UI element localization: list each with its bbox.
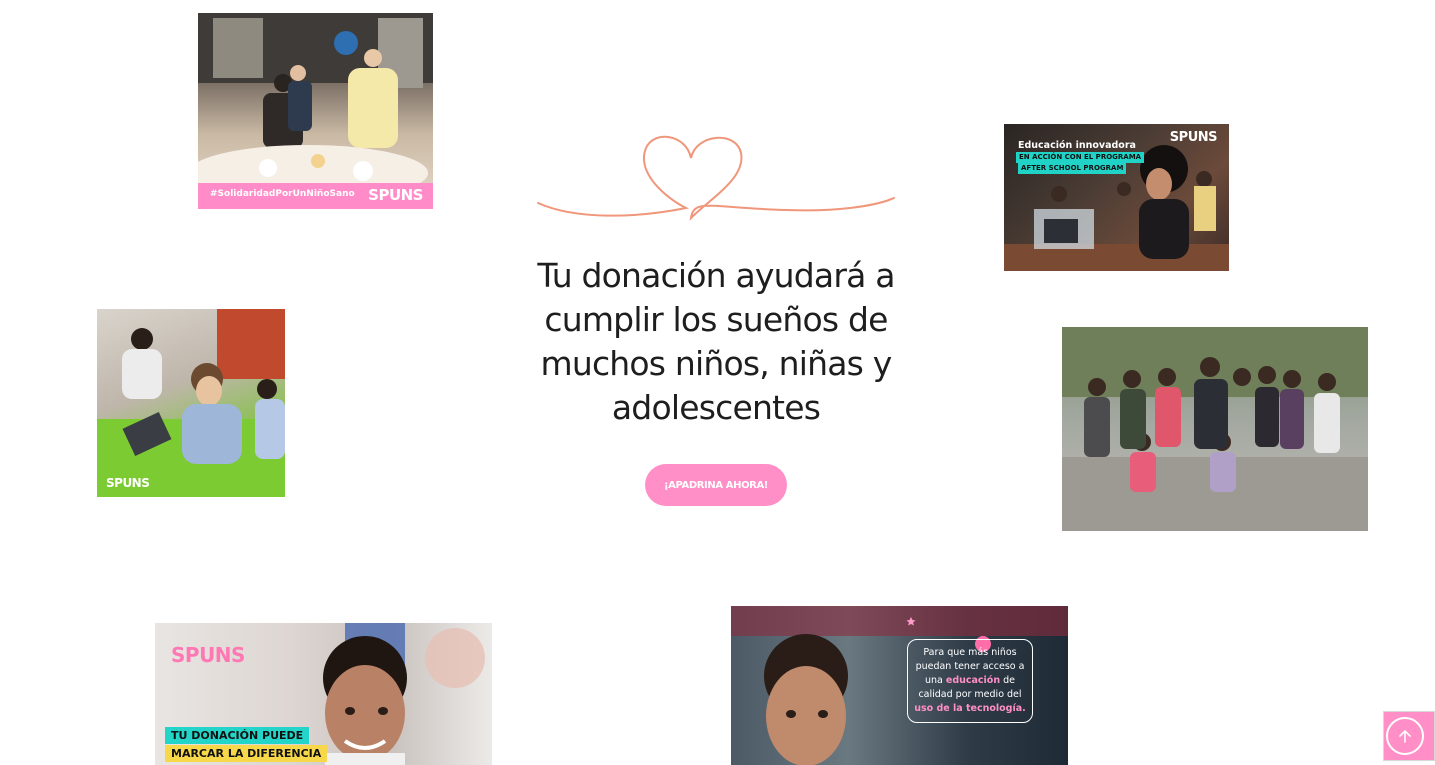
- boy-classroom-message-bubble: Para que más niños puedan tener acceso a…: [907, 639, 1033, 723]
- page: #SolidaridadPorUnNiñoSano SPUNS SPUNS Ed…: [0, 0, 1435, 765]
- bubble-highlight-technology: uso de la tecnología.: [914, 703, 1026, 714]
- classroom-headline: Educación innovadora: [1018, 140, 1136, 151]
- tablets-scene-graphic: [97, 309, 285, 497]
- scroll-to-top-circle: [1386, 717, 1424, 755]
- group-scene-graphic: [1062, 327, 1368, 531]
- boy-smile-badge-line1: TU DONACIÓN PUEDE: [165, 727, 310, 744]
- classroom-brand-logo: SPUNS: [1169, 130, 1218, 145]
- scroll-to-top-button[interactable]: [1383, 711, 1435, 761]
- bubble-highlight-education: educación: [945, 675, 1001, 686]
- photo-classroom-laptop: SPUNS Educación innovadora EN ACCIÓN CON…: [1004, 124, 1229, 271]
- boy-smile-badge-line2: MARCAR LA DIFERENCIA: [165, 745, 328, 762]
- photo-tablets: SPUNS: [97, 309, 285, 497]
- boy-smile-brand-logo: SPUNS: [171, 643, 245, 667]
- tablets-brand-logo: SPUNS: [106, 476, 150, 490]
- event-hashtag: #SolidaridadPorUnNiñoSano: [210, 189, 355, 199]
- classroom-tag-line1: EN ACCIÓN CON EL PROGRAMA: [1016, 152, 1145, 163]
- hero-title: Tu donación ayudará a cumplir los sueños…: [537, 256, 895, 427]
- photo-event: #SolidaridadPorUnNiñoSano SPUNS: [198, 13, 433, 209]
- photo-group: [1062, 327, 1368, 531]
- event-scene-graphic: [198, 13, 433, 201]
- photo-boy-smile: SPUNS TU DONACIÓN PUEDE MARCAR LA DIFERE…: [155, 623, 492, 765]
- event-brand-logo: SPUNS: [368, 186, 423, 204]
- arrow-up-icon: [1399, 730, 1411, 743]
- classroom-tag-line2: AFTER SCHOOL PROGRAM: [1018, 163, 1127, 174]
- sponsor-now-button[interactable]: ¡APADRINA AHORA!: [645, 464, 787, 506]
- photo-boy-classroom: Para que más niños puedan tener acceso a…: [731, 606, 1068, 765]
- heart-line-icon: [537, 135, 895, 221]
